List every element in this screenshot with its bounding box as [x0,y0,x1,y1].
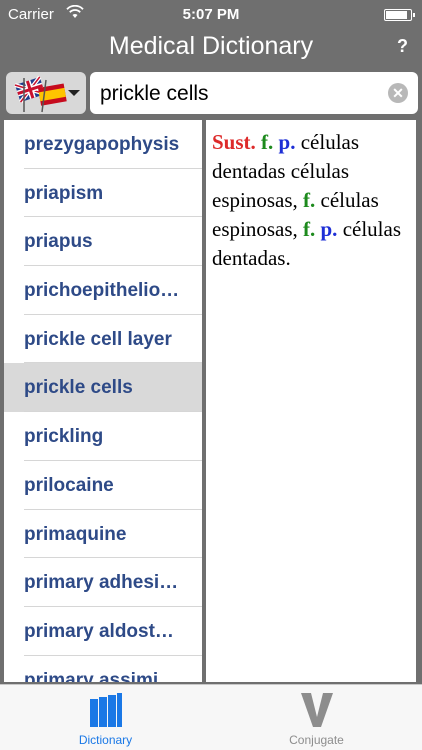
list-item[interactable]: prickling [4,412,202,461]
list-item[interactable]: primary aldost… [4,607,202,656]
content-area: prezygapophysis priapism priapus prichoepit… [0,120,422,684]
books-icon [89,693,123,734]
list-item[interactable]: prezygapophysis [4,120,202,169]
uk-spain-flags-icon [6,75,86,118]
abbr-sust: Sust. [212,130,256,154]
list-item[interactable]: priapus [4,217,202,267]
list-item[interactable]: primary adhesi… [4,558,202,607]
list-item-label: prezygapophysis [24,134,180,155]
search-input[interactable]: prickle cells ✕ [90,72,418,114]
list-item-label: prickle cell layer [24,328,172,350]
abbr-p: p. [320,217,338,241]
list-item-label: prickle cells [24,377,133,399]
battery-icon [384,9,415,21]
tab-bar: Dictionary Conjugate [0,684,422,750]
v-letter-icon [300,691,334,734]
list-item-label: primary assimi [24,669,159,682]
tab-label: Conjugate [289,733,344,747]
list-item[interactable]: prichoepithelio… [4,266,202,315]
list-item-label: prichoepithelio… [24,280,180,302]
word-list[interactable]: prezygapophysis priapism priapus prichoepit… [4,120,202,682]
list-item[interactable]: priapism [4,169,202,218]
tab-dictionary[interactable]: Dictionary [0,685,211,750]
list-item-label: priapus [24,231,93,253]
abbr-p: p. [278,130,296,154]
help-button[interactable]: ? [397,36,408,57]
list-item[interactable]: prickle cell layer [4,315,202,364]
list-item-label: prilocaine [24,474,114,496]
list-item[interactable]: primaquine [4,510,202,559]
tab-conjugate[interactable]: Conjugate [211,685,422,750]
list-item-label: primary adhesi… [24,572,179,594]
abbr-f: f. [303,188,316,212]
list-item-label: primaquine [24,523,127,545]
clear-icon[interactable]: ✕ [388,83,408,103]
list-item-label: priapism [24,182,104,204]
page-title: Medical Dictionary [108,32,314,60]
tab-label: Dictionary [78,733,133,747]
list-item-label: prickling [24,426,104,448]
search-input-value: prickle cells [100,82,209,105]
language-selector-button[interactable] [6,72,86,114]
definition-text: Sust. f. p. células dentadas células esp… [212,128,412,273]
list-item[interactable]: prickle cells [4,363,202,413]
list-item-label: primary aldost… [24,620,174,642]
list-item[interactable]: prilocaine [4,461,202,510]
abbr-f: f. [261,130,274,154]
search-row: prickle cells ✕ [4,70,418,116]
definition-panel: Sust. f. p. células dentadas células esp… [206,120,416,682]
list-item[interactable]: primary assimi [4,656,202,682]
header-area: Carrier 5:07 PM Medical Dictionary ? pri… [0,0,422,120]
navigation-bar: Medical Dictionary ? [0,30,422,66]
status-bar: Carrier 5:07 PM [0,0,422,30]
status-time: 5:07 PM [182,6,240,23]
abbr-f: f. [303,217,316,241]
